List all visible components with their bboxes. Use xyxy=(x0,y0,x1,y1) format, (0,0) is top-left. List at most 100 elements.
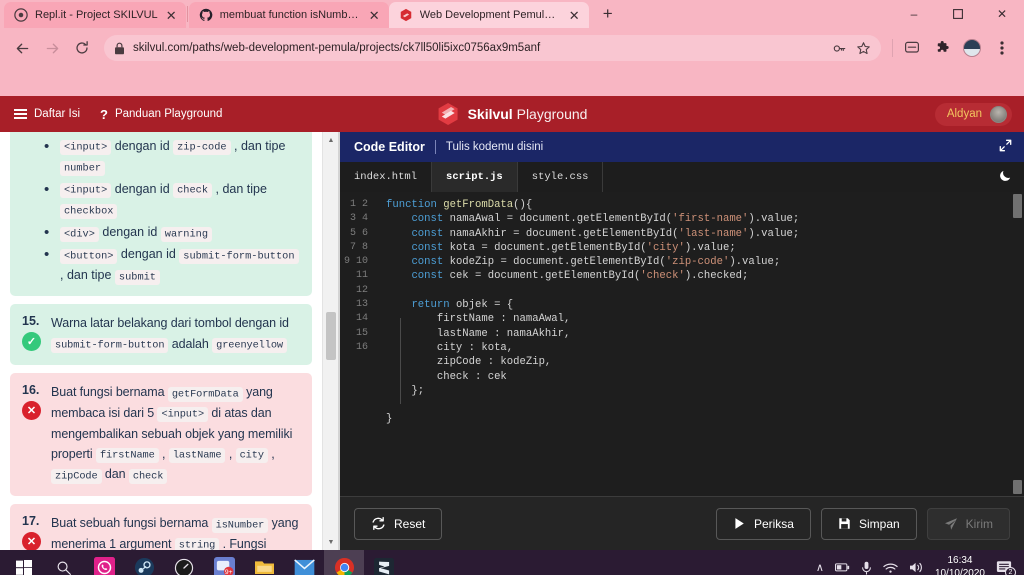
daftar-isi-label: Daftar Isi xyxy=(34,108,81,120)
key-icon[interactable] xyxy=(832,41,847,56)
requirements-card: text <input> dengan id zip-code , dan ti… xyxy=(10,132,312,297)
question-mark-icon: ? xyxy=(100,106,108,122)
wifi-glyph-icon xyxy=(883,563,898,573)
browser-tab-2-close[interactable]: ✕ xyxy=(368,9,381,22)
sublime-icon xyxy=(374,557,394,575)
browser-tab-1-close[interactable]: ✕ xyxy=(165,9,178,22)
reset-label: Reset xyxy=(394,516,426,531)
tab-index-html[interactable]: index.html xyxy=(340,162,433,192)
extensions-puzzle-icon xyxy=(937,40,949,52)
back-arrow-icon xyxy=(16,43,28,53)
steam-button[interactable] xyxy=(124,550,164,575)
browser-tab-3-close[interactable]: ✕ xyxy=(568,9,581,22)
tab-strip: Repl.it - Project SKILVUL ✕ membuat func… xyxy=(0,0,1024,28)
code-area[interactable]: 1 2 3 4 5 6 7 8 9 10 11 12 13 14 15 16 f… xyxy=(340,192,1024,496)
reset-button[interactable]: Reset xyxy=(354,507,443,540)
maximize-icon xyxy=(953,9,963,19)
expand-icon[interactable] xyxy=(999,139,1012,155)
browser-tab-3[interactable]: Web Development Pemula Projec ✕ xyxy=(388,2,589,28)
task-item-16: 16. Buat fungsi bernama getFormData yang… xyxy=(10,373,312,497)
steam-icon xyxy=(134,557,154,575)
reload-button[interactable] xyxy=(68,34,96,62)
mail-button[interactable] xyxy=(284,550,324,575)
magnifier-icon xyxy=(57,561,71,575)
chat-extension-icon[interactable] xyxy=(898,34,926,62)
clock-date: 10/10/2020 xyxy=(934,567,985,575)
scroll-down-arrow-icon[interactable]: ▼ xyxy=(323,534,339,550)
start-button[interactable] xyxy=(4,550,44,575)
play-icon xyxy=(735,518,744,529)
skilvul-icon xyxy=(400,8,411,22)
battery-icon[interactable] xyxy=(834,562,850,573)
address-bar[interactable]: skilvul.com/paths/web-development-pemula… xyxy=(104,35,881,61)
panduan-playground-button[interactable]: ? Panduan Playground xyxy=(100,107,222,122)
requirements-list: <input> dengan id zip-code , dan tipe nu… xyxy=(22,135,300,287)
window-maximize-button[interactable] xyxy=(936,0,980,28)
mic-icon[interactable] xyxy=(861,561,872,575)
tray-chevron-icon[interactable]: ∧ xyxy=(816,561,824,574)
notification-icon[interactable]: 2 xyxy=(996,560,1016,575)
three-dots-icon xyxy=(1000,41,1004,55)
tab-divider xyxy=(186,6,188,22)
task-15-head: 15. Warna latar belakang dari tombol den… xyxy=(22,313,300,354)
volume-icon[interactable] xyxy=(909,561,924,574)
file-explorer-button[interactable] xyxy=(244,550,284,575)
whatsapp-button[interactable] xyxy=(84,550,124,575)
editor-title: Code Editor xyxy=(354,140,425,154)
page-scrollbar[interactable]: ▲ ▼ xyxy=(322,132,338,550)
hamburger-icon xyxy=(14,108,27,120)
editor-scrollbar-thumb-bottom[interactable] xyxy=(1013,480,1022,494)
indent-guide xyxy=(400,318,401,404)
wifi-icon[interactable] xyxy=(883,562,898,574)
window-minimize-button[interactable]: – xyxy=(892,0,936,28)
simpan-button[interactable]: Simpan xyxy=(820,507,917,540)
kebab-menu-icon[interactable] xyxy=(988,34,1016,62)
forward-button[interactable] xyxy=(38,34,66,62)
brand-name: Skilvul xyxy=(467,106,513,122)
profile-avatar[interactable] xyxy=(958,34,986,62)
browser-tab-2[interactable]: membuat function isNumber · h ✕ xyxy=(188,2,389,28)
sublime-button[interactable] xyxy=(364,550,404,575)
code-editor-panel: Code Editor Tulis kodemu disini index.ht… xyxy=(338,132,1024,550)
browser-toolbar: skilvul.com/paths/web-development-pemula… xyxy=(0,28,1024,68)
daftar-isi-button[interactable]: Daftar Isi xyxy=(14,108,80,120)
forward-arrow-icon xyxy=(46,43,58,53)
user-name: Aldyan xyxy=(946,108,982,120)
system-tray: ∧ 16:34 10/10/2020 2 xyxy=(816,555,1020,575)
search-button[interactable] xyxy=(44,550,84,575)
scroll-up-arrow-icon[interactable]: ▲ xyxy=(323,132,339,148)
reload-icon xyxy=(76,41,88,54)
star-icon[interactable] xyxy=(856,41,871,56)
new-tab-button[interactable]: + xyxy=(595,1,621,27)
browser-tab-1[interactable]: Repl.it - Project SKILVUL ✕ xyxy=(4,2,186,28)
moon-icon[interactable] xyxy=(999,169,1012,185)
editor-scrollbar[interactable] xyxy=(1013,192,1022,496)
gauge-icon xyxy=(174,558,194,575)
clock-time: 16:34 xyxy=(947,555,973,566)
task-16-text: Buat fungsi bernama getFormData yang mem… xyxy=(51,385,293,484)
browser-tab-3-title: Web Development Pemula Projec xyxy=(419,9,561,21)
github-icon xyxy=(199,8,213,21)
avatar xyxy=(990,105,1007,123)
browser-chrome: Repl.it - Project SKILVUL ✕ membuat func… xyxy=(0,0,1024,96)
kirim-button[interactable]: Kirim xyxy=(926,507,1010,540)
browser-tab-2-title: membuat function isNumber · h xyxy=(219,9,361,21)
messenger-button[interactable]: 9+ xyxy=(204,550,244,575)
user-menu[interactable]: Aldyan xyxy=(934,102,1012,126)
clock[interactable]: 16:34 10/10/2020 xyxy=(935,555,985,575)
save-icon xyxy=(839,518,850,529)
window-close-button[interactable]: ✕ xyxy=(980,0,1024,28)
tab-script-js[interactable]: script.js xyxy=(432,162,518,192)
chrome-button[interactable] xyxy=(324,550,364,575)
editor-scrollbar-thumb[interactable] xyxy=(1013,194,1022,218)
periksa-button[interactable]: Periksa xyxy=(715,507,811,540)
code-text[interactable]: function getFromData(){ const namaAwal =… xyxy=(376,192,1024,496)
folder-icon xyxy=(254,561,274,574)
speedtest-button[interactable] xyxy=(164,550,204,575)
puzzle-icon[interactable] xyxy=(928,34,956,62)
status-badge-error: ✕ xyxy=(22,532,41,550)
back-button[interactable] xyxy=(8,34,36,62)
editor-title-bar: Code Editor Tulis kodemu disini xyxy=(340,132,1024,162)
scrollbar-thumb[interactable] xyxy=(326,312,336,360)
tab-style-css[interactable]: style.css xyxy=(518,162,604,192)
